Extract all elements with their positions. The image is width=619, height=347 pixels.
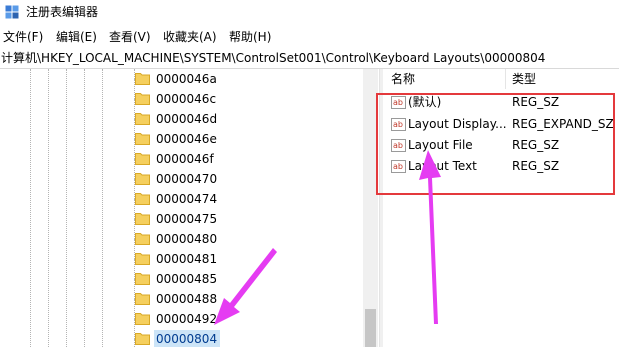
tree-item[interactable]: 00000481 [126, 249, 366, 269]
scrollbar-thumb[interactable] [365, 309, 376, 347]
tree-item-label: 0000046d [156, 112, 218, 126]
menu-view[interactable]: 查看(V) [109, 29, 151, 45]
tree-item-label: 0000046f [156, 152, 214, 166]
string-value-icon: ab [391, 139, 406, 152]
folder-icon [135, 213, 150, 225]
value-name: Layout File [408, 138, 473, 152]
value-name: (默认) [408, 95, 442, 109]
tree-item-selected[interactable]: 00000804 [126, 329, 366, 347]
folder-icon [135, 113, 150, 125]
tree-item-label: 00000485 [156, 272, 218, 286]
folder-icon [135, 313, 150, 325]
folder-icon [135, 133, 150, 145]
tree-item[interactable]: 0000046c [126, 89, 366, 109]
folder-icon [135, 333, 150, 345]
column-header-name[interactable]: 名称 [391, 71, 415, 87]
value-row[interactable]: ab Layout Text REG_SZ [383, 156, 619, 177]
tree-item-label: 00000481 [156, 252, 218, 266]
tree-item-label: 00000480 [156, 232, 218, 246]
values-list[interactable]: 名称 类型 ab (默认) REG_SZ ab Layout Display..… [383, 69, 619, 347]
menu-bar: 文件(F) 编辑(E) 查看(V) 收藏夹(A) 帮助(H) [0, 26, 619, 48]
value-type: REG_SZ [512, 159, 560, 173]
tree-item[interactable]: 00000492 [126, 309, 366, 329]
menu-help[interactable]: 帮助(H) [229, 29, 271, 45]
tree-item[interactable]: 0000046f [126, 149, 366, 169]
tree-guide-line [84, 69, 85, 347]
tree-item-label: 00000474 [156, 192, 218, 206]
svg-text:ab: ab [393, 162, 403, 171]
tree-item-label: 00000470 [156, 172, 218, 186]
folder-icon [135, 233, 150, 245]
folder-icon [135, 173, 150, 185]
folder-icon [135, 73, 150, 85]
tree-item-label: 0000046a [156, 72, 217, 86]
folder-icon [135, 273, 150, 285]
value-row[interactable]: ab Layout Display... REG_EXPAND_SZ [383, 114, 619, 135]
value-type: REG_SZ [512, 138, 560, 152]
tree-scrollbar[interactable] [363, 69, 378, 347]
tree-item-label: 00000488 [156, 292, 218, 306]
column-separator[interactable] [505, 69, 506, 89]
tree-guide-line [30, 69, 31, 347]
string-value-icon: ab [391, 96, 406, 109]
folder-icon [135, 153, 150, 165]
folder-icon [135, 93, 150, 105]
value-row[interactable]: ab (默认) REG_SZ [383, 92, 619, 113]
value-name: Layout Display... [408, 117, 507, 131]
column-header-type[interactable]: 类型 [512, 71, 536, 87]
tree-item-label: 0000046c [156, 92, 217, 106]
key-tree[interactable]: 0000046a 0000046c 0000046d 0000046e 0000… [0, 69, 379, 347]
tree-item-label: 00000804 [156, 332, 218, 346]
menu-edit[interactable]: 编辑(E) [56, 29, 97, 45]
tree-item[interactable]: 00000488 [126, 289, 366, 309]
tree-item[interactable]: 0000046a [126, 69, 366, 89]
tree-item[interactable]: 00000475 [126, 209, 366, 229]
tree-guide-line [48, 69, 49, 347]
registry-editor-icon [5, 5, 19, 19]
folder-icon [135, 253, 150, 265]
value-type: REG_EXPAND_SZ [512, 117, 614, 131]
tree-item-label: 0000046e [156, 132, 217, 146]
tree-item-label: 00000492 [156, 312, 218, 326]
address-path: 计算机\HKEY_LOCAL_MACHINE\SYSTEM\ControlSet… [1, 51, 546, 65]
address-bar[interactable]: 计算机\HKEY_LOCAL_MACHINE\SYSTEM\ControlSet… [0, 48, 619, 69]
value-row[interactable]: ab Layout File REG_SZ [383, 135, 619, 156]
menu-file[interactable]: 文件(F) [3, 29, 43, 45]
folder-icon [135, 193, 150, 205]
string-value-icon: ab [391, 118, 406, 131]
title-bar: 注册表编辑器 [0, 0, 619, 24]
menu-favorites[interactable]: 收藏夹(A) [163, 29, 217, 45]
value-name: Layout Text [408, 159, 477, 173]
tree-item[interactable]: 00000480 [126, 229, 366, 249]
svg-text:ab: ab [393, 141, 403, 150]
tree-item[interactable]: 00000470 [126, 169, 366, 189]
folder-icon [135, 293, 150, 305]
tree-guide-line [102, 69, 103, 347]
tree-item[interactable]: 00000474 [126, 189, 366, 209]
svg-text:ab: ab [393, 120, 403, 129]
tree-guide-line [66, 69, 67, 347]
value-type: REG_SZ [512, 95, 560, 109]
tree-item-label: 00000475 [156, 212, 218, 226]
tree-item[interactable]: 00000485 [126, 269, 366, 289]
tree-item[interactable]: 0000046d [126, 109, 366, 129]
svg-text:ab: ab [393, 98, 403, 107]
string-value-icon: ab [391, 160, 406, 173]
window-title: 注册表编辑器 [26, 5, 99, 19]
tree-item[interactable]: 0000046e [126, 129, 366, 149]
